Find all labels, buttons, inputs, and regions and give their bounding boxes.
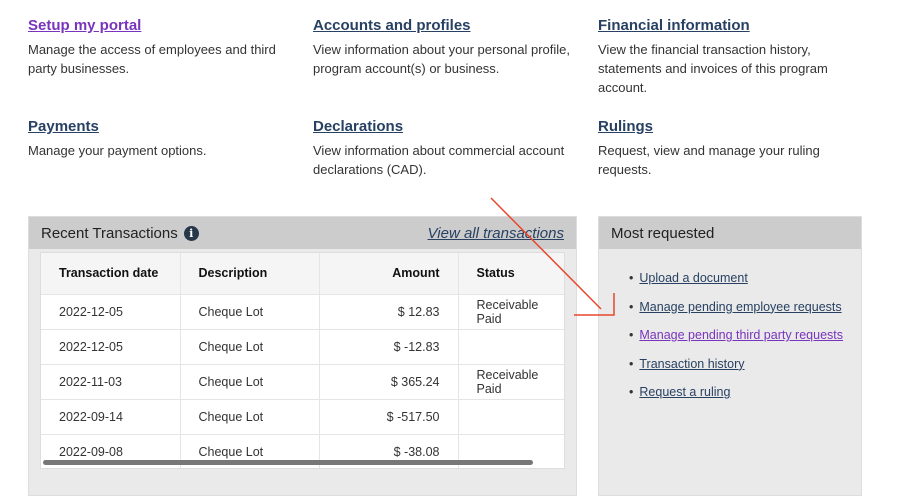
cell-amount: $ 365.24 bbox=[319, 364, 458, 399]
pending-employee-requests-link[interactable]: Manage pending employee requests bbox=[639, 300, 841, 314]
table-row: 2022-11-03Cheque Lot$ 365.24Receivable P… bbox=[41, 364, 565, 399]
cell-date: 2022-09-14 bbox=[41, 399, 180, 434]
table-row: 2022-12-05Cheque Lot$ 12.83Receivable Pa… bbox=[41, 294, 565, 329]
pending-third-party-requests-link[interactable]: Manage pending third party requests bbox=[639, 328, 843, 342]
declarations-link[interactable]: Declarations bbox=[313, 118, 583, 138]
cell-description: Cheque Lot bbox=[180, 294, 319, 329]
col-header[interactable]: Status bbox=[458, 253, 565, 294]
card-desc: View the financial transaction history, … bbox=[598, 40, 848, 97]
col-header[interactable]: Transaction date bbox=[41, 253, 180, 294]
cell-date: 2022-12-05 bbox=[41, 294, 180, 329]
card-declarations: Declarations View information about comme… bbox=[313, 118, 583, 179]
card-desc: Manage your payment options. bbox=[28, 141, 298, 160]
card-desc: View information about commercial accoun… bbox=[313, 141, 583, 179]
table-header-row: Transaction date Description Amount Stat… bbox=[41, 253, 565, 294]
recent-transactions-panel: Recent Transactions i View all transacti… bbox=[28, 216, 577, 496]
cell-status bbox=[458, 399, 565, 434]
table-row: 2022-12-05Cheque Lot$ -12.83 bbox=[41, 329, 565, 364]
cell-date: 2022-11-03 bbox=[41, 364, 180, 399]
cell-amount: $ -12.83 bbox=[319, 329, 458, 364]
card-desc: Request, view and manage your ruling req… bbox=[598, 141, 848, 179]
financial-info-link[interactable]: Financial information bbox=[598, 17, 848, 37]
transactions-table: Transaction date Description Amount Stat… bbox=[40, 252, 565, 469]
cell-description: Cheque Lot bbox=[180, 399, 319, 434]
card-setup-portal: Setup my portal Manage the access of empl… bbox=[28, 17, 298, 78]
card-rulings: Rulings Request, view and manage your rul… bbox=[598, 118, 848, 179]
info-icon[interactable]: i bbox=[184, 226, 199, 241]
most-requested-list: Upload a document Manage pending employe… bbox=[599, 249, 861, 414]
panel-title: Recent Transactions bbox=[41, 225, 178, 242]
cell-amount: $ 12.83 bbox=[319, 294, 458, 329]
cell-amount: $ -517.50 bbox=[319, 399, 458, 434]
accounts-profiles-link[interactable]: Accounts and profiles bbox=[313, 17, 583, 37]
card-desc: Manage the access of employees and third… bbox=[28, 40, 298, 78]
card-financial: Financial information View the financial … bbox=[598, 17, 848, 97]
list-item: Request a ruling bbox=[629, 385, 861, 414]
list-item: Manage pending employee requests bbox=[629, 300, 861, 329]
cell-description: Cheque Lot bbox=[180, 329, 319, 364]
card-desc: View information about your personal pro… bbox=[313, 40, 583, 78]
card-payments: Payments Manage your payment options. bbox=[28, 118, 298, 160]
payments-link[interactable]: Payments bbox=[28, 118, 298, 138]
card-accounts: Accounts and profiles View information ab… bbox=[313, 17, 583, 78]
setup-portal-link[interactable]: Setup my portal bbox=[28, 17, 298, 37]
list-item: Manage pending third party requests bbox=[629, 328, 861, 357]
rulings-link[interactable]: Rulings bbox=[598, 118, 848, 138]
transaction-history-link[interactable]: Transaction history bbox=[639, 357, 744, 371]
panel-header: Most requested bbox=[599, 217, 861, 249]
cell-description: Cheque Lot bbox=[180, 364, 319, 399]
col-header[interactable]: Description bbox=[180, 253, 319, 294]
upload-document-link[interactable]: Upload a document bbox=[639, 271, 747, 285]
cell-status bbox=[458, 329, 565, 364]
list-item: Upload a document bbox=[629, 271, 861, 300]
horizontal-scrollbar[interactable] bbox=[43, 460, 533, 465]
panel-header: Recent Transactions i View all transacti… bbox=[29, 217, 576, 249]
cell-status: Receivable Paid bbox=[458, 294, 565, 329]
cell-date: 2022-12-05 bbox=[41, 329, 180, 364]
table-row: 2022-09-14Cheque Lot$ -517.50 bbox=[41, 399, 565, 434]
col-header[interactable]: Amount bbox=[319, 253, 458, 294]
view-all-transactions-link[interactable]: View all transactions bbox=[428, 225, 564, 242]
cell-status: Receivable Paid bbox=[458, 364, 565, 399]
list-item: Transaction history bbox=[629, 357, 861, 386]
request-ruling-link[interactable]: Request a ruling bbox=[639, 385, 730, 399]
panel-title: Most requested bbox=[611, 225, 714, 242]
most-requested-panel: Most requested Upload a document Manage … bbox=[598, 216, 862, 496]
